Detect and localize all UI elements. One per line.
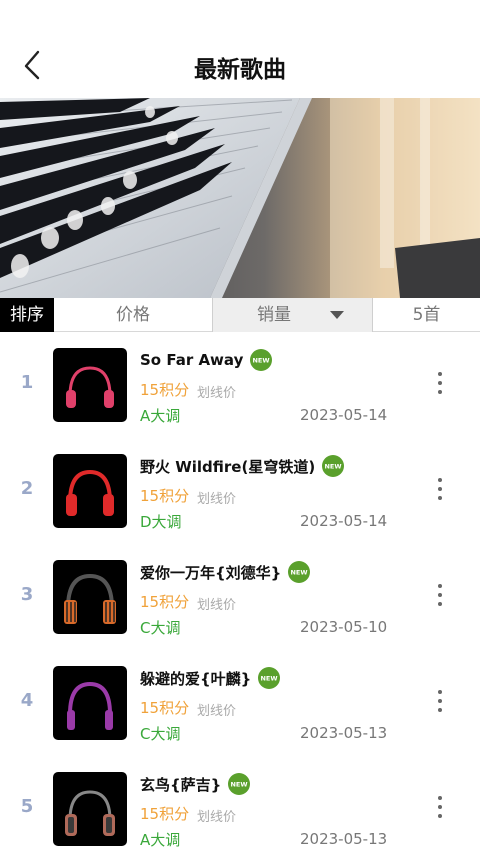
- song-title-row: 野火 Wildfire(星穹铁道) NEW: [140, 453, 345, 479]
- headphones-cover-icon: [53, 560, 127, 634]
- app-header: 最新歌曲: [0, 0, 480, 98]
- rank-number: 2: [20, 478, 34, 499]
- new-badge-text: NEW: [325, 463, 342, 471]
- song-list-item[interactable]: 4 躲避的爱{叶麟} NEW 15积分 划线价 C大调 2023-05-13: [0, 650, 480, 756]
- caret-down-icon: [330, 311, 344, 319]
- headphones-cover-icon: [53, 772, 127, 846]
- page-title: 最新歌曲: [194, 57, 286, 83]
- song-title-row: 玄鸟{萨吉} NEW: [140, 771, 251, 797]
- song-title: So Far Away: [140, 351, 244, 369]
- rank-number: 4: [20, 690, 34, 711]
- sort-label: 排序: [0, 298, 54, 332]
- more-options-icon[interactable]: [430, 584, 450, 610]
- piano-banner-image: [0, 98, 480, 298]
- song-title-row: 躲避的爱{叶麟} NEW: [140, 665, 281, 691]
- strike-price-label: 划线价: [197, 810, 237, 825]
- song-list-item[interactable]: 1 So Far Away NEW 15积分 划线价 A大调 2023-05-1…: [0, 332, 480, 438]
- new-badge-icon: NEW: [228, 773, 251, 795]
- more-options-icon[interactable]: [430, 478, 450, 504]
- rank-number: 1: [20, 372, 34, 393]
- new-badge-icon: NEW: [258, 667, 281, 689]
- sort-by-price-tab[interactable]: 价格: [54, 298, 212, 332]
- sort-bar: 排序 价格 销量 5首: [0, 298, 480, 332]
- song-list-item[interactable]: 5 玄鸟{萨吉} NEW 15积分 划线价 A大调 2023-05-13: [0, 756, 480, 853]
- new-badge-text: NEW: [253, 357, 270, 365]
- release-date: 2023-05-14: [300, 512, 388, 530]
- song-title: 野火 Wildfire(星穹铁道): [140, 457, 316, 476]
- song-title-row: So Far Away NEW: [140, 347, 273, 373]
- song-title: 玄鸟{萨吉}: [140, 775, 222, 794]
- headphones-cover-icon: [53, 454, 127, 528]
- price: 15积分: [140, 381, 190, 399]
- headphones-cover-icon: [53, 348, 127, 422]
- song-title: 爱你一万年{刘德华}: [140, 563, 282, 582]
- strike-price-label: 划线价: [197, 492, 237, 507]
- new-badge-icon: NEW: [288, 561, 311, 583]
- music-key: A大调: [140, 831, 181, 849]
- release-date: 2023-05-10: [300, 618, 388, 636]
- price: 15积分: [140, 805, 190, 823]
- sort-by-sales-label: 销量: [257, 305, 291, 325]
- music-key: D大调: [140, 513, 182, 531]
- release-date: 2023-05-13: [300, 830, 388, 848]
- new-badge-text: NEW: [231, 781, 248, 789]
- new-badge-icon: NEW: [322, 455, 345, 477]
- song-title: 躲避的爱{叶麟}: [140, 669, 252, 688]
- song-list-item[interactable]: 3 爱你一万年{刘德华} NEW 15积分 划线价 C大调 2023-05-10: [0, 544, 480, 650]
- music-key: A大调: [140, 407, 181, 425]
- song-count: 5首: [412, 305, 441, 325]
- music-key: C大调: [140, 725, 181, 743]
- song-title-row: 爱你一万年{刘德华} NEW: [140, 559, 311, 585]
- release-date: 2023-05-14: [300, 406, 388, 424]
- strike-price-label: 划线价: [197, 598, 237, 613]
- rank-number: 3: [20, 584, 34, 605]
- new-badge-text: NEW: [261, 675, 278, 683]
- more-options-icon[interactable]: [430, 690, 450, 716]
- release-date: 2023-05-13: [300, 724, 388, 742]
- strike-price-label: 划线价: [197, 704, 237, 719]
- price: 15积分: [140, 699, 190, 717]
- music-key: C大调: [140, 619, 181, 637]
- headphones-cover-icon: [53, 666, 127, 740]
- rank-number: 5: [20, 796, 34, 817]
- price: 15积分: [140, 487, 190, 505]
- strike-price-label: 划线价: [197, 386, 237, 401]
- new-badge-icon: NEW: [250, 349, 273, 371]
- sort-by-sales-tab[interactable]: 销量: [212, 298, 373, 332]
- new-badge-text: NEW: [291, 569, 308, 577]
- more-options-icon[interactable]: [430, 796, 450, 822]
- price: 15积分: [140, 593, 190, 611]
- more-options-icon[interactable]: [430, 372, 450, 398]
- song-list-item[interactable]: 2 野火 Wildfire(星穹铁道) NEW 15积分 划线价 D大调 202…: [0, 438, 480, 544]
